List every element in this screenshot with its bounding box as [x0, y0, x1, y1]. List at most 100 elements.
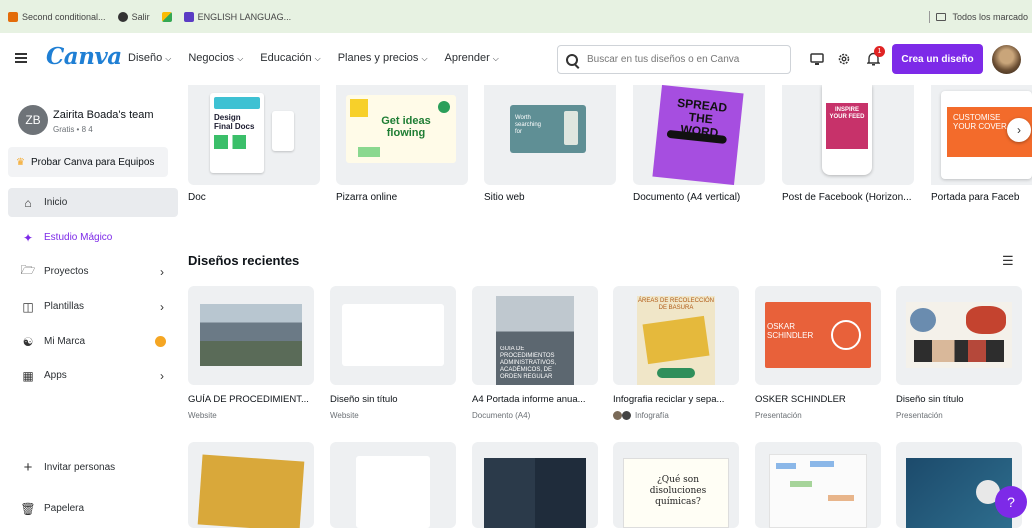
list-view-icon[interactable]: ☰	[1002, 253, 1014, 269]
desktop-app-icon[interactable]	[808, 50, 826, 68]
recent-design-title[interactable]: GUÍA DE PROCEDIMIENT...	[188, 394, 316, 405]
chevron-down-icon: ⌵	[492, 54, 499, 63]
trash-icon: 🗑	[20, 501, 36, 516]
design-thumbnail	[906, 458, 1012, 528]
bookmark-item[interactable]: ENGLISH LANGUAG...	[183, 11, 291, 22]
bookmark-item[interactable]: Salir	[117, 11, 150, 22]
recent-design-card[interactable]	[472, 442, 598, 528]
bookmark-item[interactable]	[161, 11, 172, 22]
chevron-right-icon: ›	[160, 299, 164, 314]
folder-icon: 🗁	[20, 263, 36, 277]
template-label: Documento (A4 vertical)	[633, 192, 741, 203]
sidebar-item-proyectos[interactable]: 🗁 Proyectos ›	[8, 257, 178, 286]
recent-design-type: Presentación	[755, 411, 802, 420]
user-avatar[interactable]	[992, 45, 1021, 74]
bookmarks-bar: Second conditional... Salir ENGLISH LANG…	[0, 0, 1032, 33]
recent-design-card[interactable]: GUÍA DE PROCEDIMIENTOS ADMINISTRATIVOS, …	[472, 286, 598, 385]
template-label: Pizarra online	[336, 192, 398, 203]
bookmark-item[interactable]: Second conditional...	[8, 11, 106, 22]
nav-diseno[interactable]: Diseño ⌵	[128, 52, 171, 64]
recent-design-card[interactable]	[330, 286, 456, 385]
create-design-button[interactable]: Crea un diseño	[892, 44, 983, 74]
recent-design-title[interactable]: OSKER SCHINDLER	[755, 394, 883, 405]
recent-design-card[interactable]: ¿Qué son disoluciones químicas?	[613, 442, 739, 528]
whiteboard-thumbnail: Get ideas flowing	[346, 95, 456, 163]
template-card-doc[interactable]: Design Final Docs	[188, 85, 320, 185]
top-navigation: Canva Diseño ⌵ Negocios ⌵ Educación ⌵ Plane…	[0, 33, 1032, 85]
nav-educacion[interactable]: Educación ⌵	[260, 52, 320, 64]
template-label: Sitio web	[484, 192, 525, 203]
recent-design-type: Documento (A4)	[472, 411, 531, 420]
invite-people-button[interactable]: + Invitar personas	[8, 453, 178, 482]
chevron-right-icon: ›	[1017, 123, 1021, 137]
recent-design-card[interactable]	[188, 286, 314, 385]
nav-aprender[interactable]: Aprender ⌵	[445, 52, 499, 64]
nav-planes[interactable]: Planes y precios ⌵	[338, 52, 428, 64]
forms-icon	[183, 11, 194, 22]
chevron-down-icon: ⌵	[165, 54, 172, 63]
recent-design-type: Website	[188, 411, 217, 420]
bell-icon[interactable]: 1	[864, 46, 885, 68]
recent-design-card[interactable]	[188, 442, 314, 528]
template-card-sitio-web[interactable]: Worth searching for	[484, 85, 616, 185]
home-icon: ⌂	[24, 195, 32, 210]
recent-design-card[interactable]	[896, 286, 1022, 385]
recent-design-title[interactable]: A4 Portada informe anua...	[472, 394, 600, 405]
template-label: Portada para Faceb	[931, 192, 1020, 203]
recent-design-title[interactable]: Diseño sin título	[896, 394, 1024, 405]
sidebar-item-estudio-magico[interactable]: ✦ Estudio Mágico	[8, 223, 178, 252]
sidebar-item-inicio[interactable]: ⌂ Inicio	[8, 188, 178, 217]
team-name: Zairita Boada's team	[53, 109, 154, 121]
sparkle-icon: ✦	[22, 230, 34, 245]
crown-icon: ♛	[16, 156, 25, 168]
crown-badge-icon	[155, 336, 166, 347]
help-button[interactable]: ?	[995, 486, 1027, 518]
sidebar-item-mi-marca[interactable]: ☯ Mi Marca	[8, 327, 178, 356]
section-title: Diseños recientes	[188, 253, 300, 268]
design-thumbnail	[342, 304, 444, 366]
template-card-post-facebook[interactable]: INSPIRE YOUR FEED	[782, 85, 914, 185]
search-box[interactable]	[557, 45, 791, 74]
design-thumbnail: ÁREAS DE RECOLECCIÓN DE BASURA	[637, 296, 715, 385]
collaborator-avatar	[622, 411, 631, 420]
search-input[interactable]	[587, 54, 777, 65]
recent-design-card[interactable]	[330, 442, 456, 528]
apps-icon: ▦	[22, 368, 34, 383]
phone-thumbnail	[272, 111, 294, 151]
design-thumbnail	[484, 458, 586, 528]
try-teams-button[interactable]: ♛ Probar Canva para Equipos	[8, 147, 168, 177]
brand-icon: ☯	[22, 334, 34, 349]
design-thumbnail	[769, 454, 867, 528]
recent-design-card[interactable]: OSKAR SCHINDLER	[755, 286, 881, 385]
notification-badge: 1	[874, 46, 885, 57]
canva-logo[interactable]: Canva	[46, 43, 122, 70]
trash-button[interactable]: 🗑 Papelera	[8, 494, 178, 523]
menu-icon[interactable]	[15, 53, 27, 63]
chevron-down-icon: ⌵	[421, 54, 428, 63]
template-card-documento-a4[interactable]: SPREAD THE WORD	[633, 85, 765, 185]
recent-design-card[interactable]: ÁREAS DE RECOLECCIÓN DE BASURA	[613, 286, 739, 385]
chevron-down-icon: ⌵	[237, 54, 244, 63]
template-label: Doc	[188, 192, 206, 203]
gear-icon[interactable]	[835, 50, 853, 68]
nav-negocios[interactable]: Negocios ⌵	[188, 52, 243, 64]
recent-design-title[interactable]: Infografia reciclar y sepa...	[613, 394, 741, 405]
search-icon	[566, 53, 578, 66]
bookmark-favicon-icon	[8, 11, 18, 22]
template-card-pizarra[interactable]: Get ideas flowing	[336, 85, 468, 185]
recent-design-title[interactable]: Diseño sin título	[330, 394, 458, 405]
design-thumbnail	[356, 456, 430, 528]
divider	[929, 11, 931, 23]
recent-design-card[interactable]	[755, 442, 881, 528]
a4-thumbnail: SPREAD THE WORD	[652, 85, 744, 185]
sidebar-item-apps[interactable]: ▦ Apps ›	[8, 361, 178, 390]
main-content: Design Final Docs Doc Get ideas flowing …	[178, 85, 1032, 528]
team-avatar: ZB	[18, 105, 48, 135]
sidebar-item-plantillas[interactable]: ◫ Plantillas ›	[8, 292, 178, 321]
recent-design-type: Presentación	[896, 411, 943, 420]
design-thumbnail	[906, 302, 1012, 368]
design-thumbnail: GUÍA DE PROCEDIMIENTOS ADMINISTRATIVOS, …	[496, 296, 574, 385]
team-switcher[interactable]: ZB Zairita Boada's team Gratis • 8 4	[18, 105, 154, 135]
carousel-next-button[interactable]: ›	[1007, 118, 1031, 142]
all-bookmarks[interactable]: Todos los marcado	[929, 11, 1028, 23]
